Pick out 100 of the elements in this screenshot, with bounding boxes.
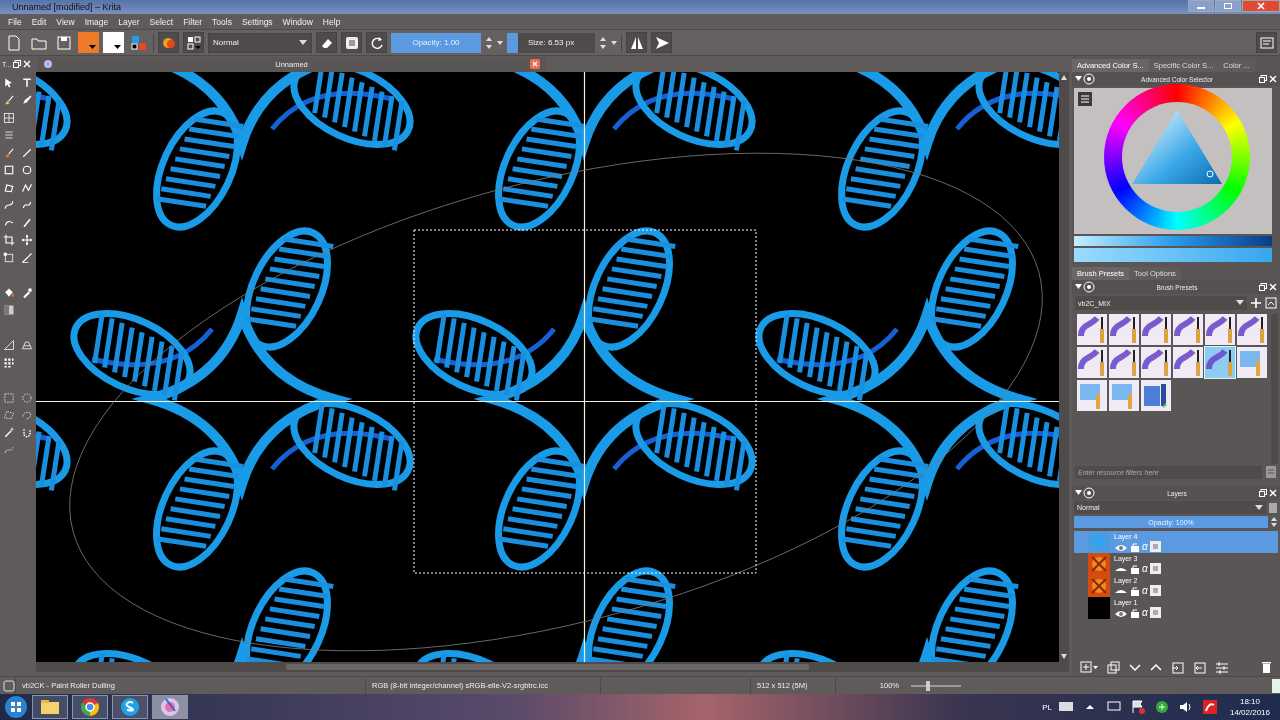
- brush-preset[interactable]: [1237, 314, 1267, 345]
- menu-item[interactable]: Image: [79, 16, 114, 27]
- brush-preset[interactable]: [1141, 347, 1171, 378]
- clock[interactable]: 18:10 14/02/2016: [1223, 696, 1276, 718]
- caret-icon[interactable]: [497, 39, 503, 46]
- background-color-button[interactable]: [103, 32, 124, 53]
- minimize-button[interactable]: [1188, 0, 1214, 12]
- close-button[interactable]: [1242, 0, 1280, 12]
- alpha-lock-toggle[interactable]: α: [1142, 585, 1148, 596]
- brush-preset[interactable]: [1077, 314, 1107, 345]
- color-bar[interactable]: [1074, 248, 1272, 262]
- collapse-icon[interactable]: [1075, 281, 1095, 293]
- lock-icon[interactable]: [1130, 585, 1140, 596]
- menu-item[interactable]: Select: [144, 16, 179, 27]
- caret-icon: [1236, 300, 1244, 306]
- outdent-icon[interactable]: [1193, 660, 1206, 674]
- menu-item[interactable]: Window: [277, 16, 318, 27]
- menu-icon[interactable]: [1078, 92, 1092, 106]
- menu-item[interactable]: Tools: [207, 16, 237, 27]
- trash-icon[interactable]: [1261, 660, 1272, 674]
- float-icon[interactable]: [1259, 75, 1267, 83]
- horizontal-scrollbar[interactable]: [36, 662, 1069, 672]
- blend-mode-dropdown[interactable]: Normal: [208, 32, 312, 53]
- caret-icon[interactable]: [611, 39, 617, 46]
- close-icon[interactable]: [1269, 489, 1277, 497]
- brush-preset[interactable]: [1077, 347, 1107, 378]
- inherit-alpha-icon[interactable]: [1149, 607, 1161, 618]
- foreground-color-button[interactable]: [78, 32, 99, 53]
- flag-icon[interactable]: [1129, 699, 1146, 715]
- maximize-icon: [1223, 2, 1233, 10]
- inherit-alpha-icon[interactable]: [1149, 563, 1161, 574]
- collapse-icon[interactable]: [1075, 73, 1095, 85]
- duplicate-icon[interactable]: [1107, 660, 1120, 674]
- brush-preset[interactable]: [1141, 380, 1171, 411]
- brush-outline-icon[interactable]: [3, 679, 15, 692]
- vertical-scrollbar[interactable]: [1059, 72, 1069, 662]
- float-icon[interactable]: [13, 60, 22, 68]
- close-icon: [1256, 2, 1266, 10]
- float-icon[interactable]: [1259, 489, 1267, 497]
- mirror-icon[interactable]: [626, 32, 647, 53]
- layer-thumbnail: [1088, 597, 1110, 619]
- start-button[interactable]: [4, 695, 28, 719]
- up-arrow-icon[interactable]: [1061, 75, 1067, 80]
- lock-icon[interactable]: [1130, 563, 1140, 574]
- collapse-icon[interactable]: [1075, 487, 1095, 499]
- slider-thumb[interactable]: [926, 680, 930, 691]
- speaker-icon[interactable]: [1177, 699, 1194, 715]
- menu-item[interactable]: Edit: [26, 16, 52, 27]
- eraser-icon[interactable]: [316, 32, 337, 53]
- caret-icon: [114, 45, 121, 49]
- close-icon[interactable]: [530, 59, 540, 69]
- language-indicator[interactable]: PL: [1042, 702, 1052, 712]
- menu-item[interactable]: Filter: [178, 16, 208, 27]
- brush-preset[interactable]: [1109, 347, 1139, 378]
- taskbar-app[interactable]: [72, 695, 108, 719]
- close-icon[interactable]: [1269, 75, 1277, 83]
- chat-app-icon: [118, 695, 142, 719]
- brush-preset[interactable]: [1109, 314, 1139, 345]
- brush-preset[interactable]: [1173, 347, 1203, 378]
- brush-preset[interactable]: [1173, 314, 1203, 345]
- menu-item[interactable]: Help: [317, 16, 346, 27]
- down-arrow-icon[interactable]: [1061, 654, 1067, 659]
- inherit-alpha-icon[interactable]: [1149, 585, 1161, 596]
- paint-app-icon: [158, 695, 182, 719]
- taskbar-app[interactable]: [32, 695, 68, 719]
- menu-item[interactable]: File: [3, 16, 27, 27]
- sliders-icon[interactable]: [1215, 660, 1228, 674]
- brush-preset[interactable]: [1205, 347, 1235, 378]
- alpha-lock-toggle[interactable]: α: [1142, 607, 1148, 618]
- close-icon[interactable]: [1269, 283, 1277, 291]
- layer-thumbnail: [1088, 553, 1110, 575]
- layer-thumbnail: [1088, 531, 1110, 553]
- resize-grip[interactable]: [1272, 678, 1280, 693]
- size-slider[interactable]: Size: 6.53 px: [507, 32, 595, 53]
- spin-arrows-icon[interactable]: [1270, 516, 1278, 528]
- maximize-button[interactable]: [1215, 0, 1241, 12]
- brush-preset[interactable]: [1205, 314, 1235, 345]
- add-icon[interactable]: [1250, 297, 1262, 309]
- caret-icon: [1255, 504, 1263, 511]
- layer-thumbnail: [1088, 575, 1110, 597]
- alpha-lock-icon[interactable]: [341, 32, 362, 53]
- taskbar-app[interactable]: [112, 695, 148, 719]
- save-icon[interactable]: [1265, 465, 1277, 479]
- lock-icon[interactable]: [1130, 607, 1140, 618]
- reload-icon[interactable]: [366, 32, 387, 53]
- color-bar[interactable]: [1074, 236, 1272, 246]
- indent-icon[interactable]: [1171, 660, 1184, 674]
- float-icon[interactable]: [1259, 283, 1267, 291]
- window-title: Unnamed [modified] – Krita: [12, 2, 123, 12]
- menu-item[interactable]: Settings: [236, 16, 278, 27]
- brush-preset[interactable]: [1141, 314, 1171, 345]
- menu-item[interactable]: View: [51, 16, 80, 27]
- close-icon[interactable]: [23, 60, 32, 68]
- add-layer-icon[interactable]: [1080, 660, 1098, 674]
- menu-item[interactable]: Layer: [113, 16, 145, 27]
- alpha-lock-toggle[interactable]: α: [1142, 563, 1148, 574]
- caret-icon: [299, 39, 307, 46]
- workspace-icon[interactable]: [1256, 32, 1277, 53]
- krita-icon: [43, 59, 53, 69]
- pattern-icon[interactable]: [183, 32, 204, 53]
